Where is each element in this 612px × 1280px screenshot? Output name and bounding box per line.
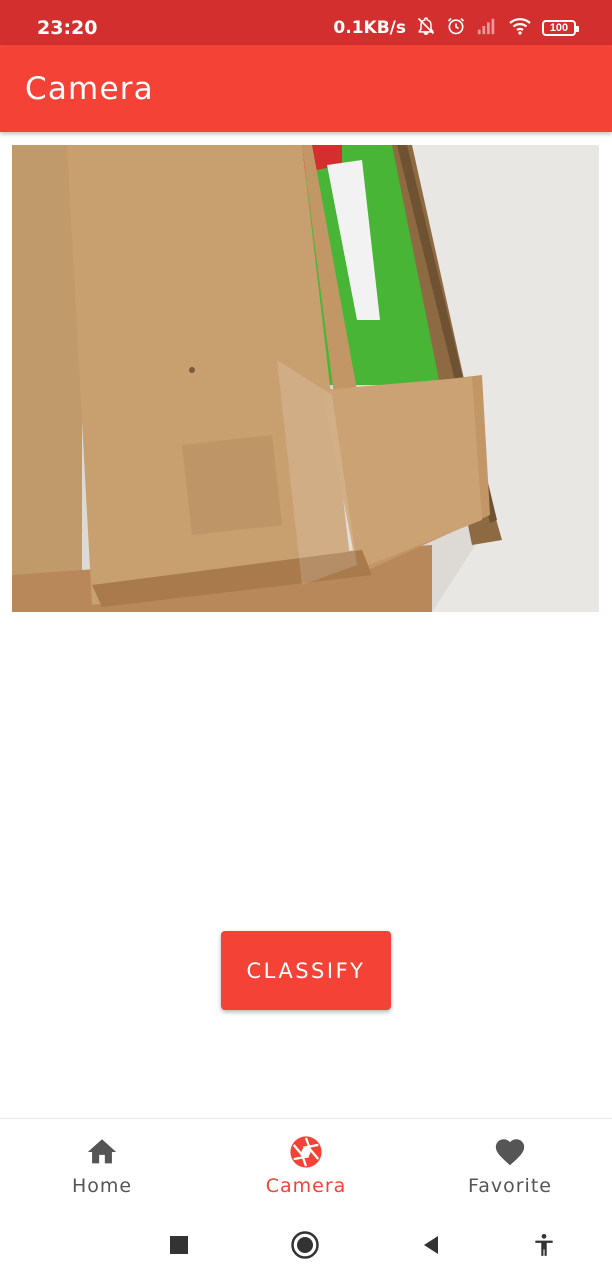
classify-button[interactable]: CLASSIFY xyxy=(221,931,391,1010)
nav-label: Favorite xyxy=(468,1175,552,1197)
signal-icon xyxy=(476,16,498,41)
status-icons: 0.1KB/s 100 xyxy=(333,14,579,42)
wifi-icon xyxy=(508,16,532,41)
nav-camera[interactable]: Camera xyxy=(204,1119,408,1211)
nav-label: Home xyxy=(71,1175,133,1197)
alarm-icon xyxy=(446,16,466,41)
home-circle-icon[interactable] xyxy=(290,1230,320,1260)
accessibility-icon[interactable] xyxy=(529,1230,559,1260)
nav-label: Camera xyxy=(265,1175,347,1197)
nav-home[interactable]: Home xyxy=(0,1119,204,1211)
back-icon[interactable] xyxy=(416,1230,446,1260)
page-title: Camera xyxy=(25,71,154,107)
heart-icon xyxy=(493,1135,527,1169)
system-navigation-bar xyxy=(0,1210,612,1280)
network-speed: 0.1KB/s xyxy=(333,18,406,38)
battery-icon: 100 xyxy=(542,20,579,36)
bottom-navigation: Home Camera Favorite xyxy=(0,1118,612,1211)
home-icon xyxy=(85,1135,119,1169)
app-bar: Camera xyxy=(0,45,612,132)
status-bar: 23:20 0.1KB/s 100 xyxy=(0,0,612,45)
nav-favorite[interactable]: Favorite xyxy=(408,1119,612,1211)
bell-off-icon xyxy=(416,16,436,41)
camera-shutter-icon xyxy=(289,1135,323,1169)
status-time: 23:20 xyxy=(37,17,98,39)
captured-photo xyxy=(12,145,599,612)
recents-icon[interactable] xyxy=(164,1230,194,1260)
